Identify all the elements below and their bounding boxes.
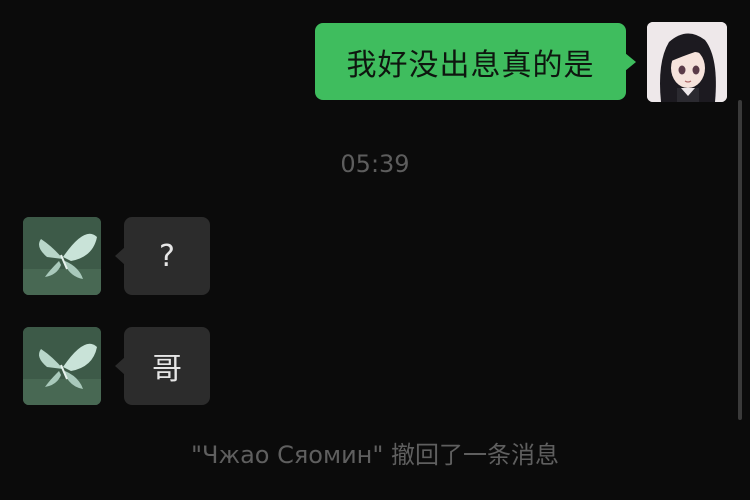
incoming-message-bubble[interactable]: 哥 [115, 327, 210, 405]
recall-notice-text: "Чжао Сяомин" 撤回了一条消息 [190, 441, 560, 469]
butterfly-avatar-icon [23, 217, 101, 295]
anime-girl-avatar-icon [647, 22, 727, 102]
outgoing-message-bubble[interactable]: 我好没出息真的是 [315, 23, 636, 100]
butterfly-avatar-icon [23, 327, 101, 405]
chat-window[interactable]: 我好没出息真的是 05:39 ? 哥 "Чжао Сяомин" 撤回了一条消息 [0, 0, 750, 500]
timestamp-text: 05:39 [340, 150, 410, 178]
incoming-message-text: ? [159, 238, 175, 274]
message-timestamp: 05:39 [0, 150, 750, 178]
incoming-message-bubble[interactable]: ? [115, 217, 210, 295]
outgoing-message-text: 我好没出息真的是 [346, 47, 595, 83]
recall-notice: "Чжао Сяомин" 撤回了一条消息 [0, 435, 750, 470]
incoming-message-text: 哥 [152, 352, 182, 387]
scrollbar[interactable] [738, 100, 742, 420]
peer-avatar[interactable] [23, 217, 101, 295]
self-avatar[interactable] [647, 22, 727, 102]
peer-avatar[interactable] [23, 327, 101, 405]
